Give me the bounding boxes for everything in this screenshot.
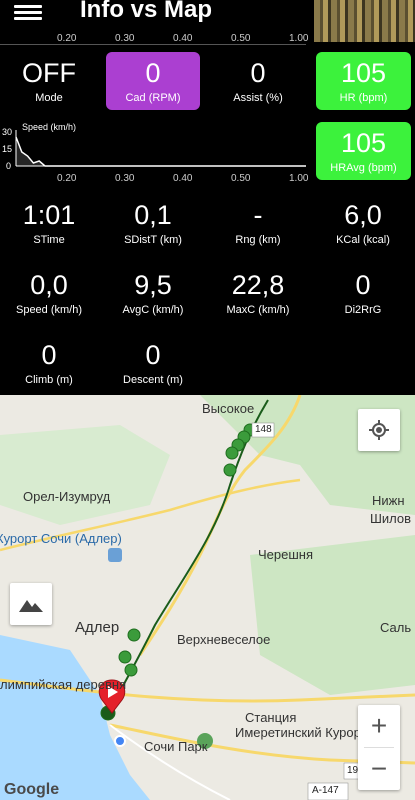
map-label: Курорт Сочи (Адлер)	[0, 531, 122, 546]
range-value: -	[253, 200, 263, 230]
cadence-label: Cad (RPM)	[125, 92, 181, 104]
my-location-button[interactable]	[358, 409, 400, 451]
speed-tile[interactable]: 0,0 Speed (km/h)	[0, 270, 98, 322]
kcal-value: 6,0	[344, 200, 382, 230]
descent-tile[interactable]: 0 Descent (m)	[104, 340, 202, 392]
y-tick-label: 15	[2, 144, 12, 154]
speed-label: Speed (km/h)	[15, 304, 83, 316]
google-logo: Google	[4, 781, 60, 798]
track-marker	[223, 463, 237, 477]
range-label: Rng (km)	[235, 234, 281, 246]
hravg-label: HRAvg (bpm)	[330, 162, 397, 174]
train-station-icon	[108, 548, 122, 562]
track-marker	[225, 446, 239, 460]
track-marker	[124, 663, 138, 677]
y-tick-label: 0	[6, 161, 11, 171]
axis-tick: 0.40	[173, 33, 193, 44]
mode-value: OFF	[22, 58, 76, 88]
avg-speed-tile[interactable]: 9,5 AvgC (km/h)	[104, 270, 202, 322]
map-label: Адлер	[75, 619, 120, 636]
axis-tick: 0.50	[231, 33, 251, 44]
x-tick-label: 0.20	[57, 173, 77, 184]
kcal-tile[interactable]: 6,0 KCal (kcal)	[314, 200, 412, 252]
speed-chart: Speed (km/h) 30 15 0 0.20 0.30 0.40 0.50…	[2, 122, 309, 184]
forest-area	[0, 425, 170, 525]
map-label: Саль	[380, 620, 412, 635]
road-number: А-147	[312, 785, 339, 796]
range-tile[interactable]: - Rng (km)	[208, 200, 308, 252]
chart-title: Speed (km/h)	[22, 122, 76, 132]
zoom-out-button[interactable]: −	[371, 748, 387, 790]
max-speed-tile[interactable]: 22,8 MaxC (km/h)	[208, 270, 308, 322]
x-tick-label: 0.30	[115, 173, 135, 184]
max-speed-value: 22,8	[231, 270, 285, 300]
descent-value: 0	[145, 340, 161, 370]
sdistt-label: SDistT (km)	[124, 234, 182, 246]
speed-series-line	[15, 136, 306, 167]
x-tick-label: 1.00	[289, 173, 309, 184]
x-tick-label: 0.40	[173, 173, 193, 184]
map-label: Имеретинский Курорт	[235, 725, 367, 740]
x-tick-label: 0.50	[231, 173, 251, 184]
thumbnail-strip	[314, 0, 415, 42]
climb-value: 0	[41, 340, 57, 370]
heart-rate-label: HR (bpm)	[339, 92, 388, 104]
map-layers-button[interactable]	[10, 583, 52, 625]
map-label: лимпийская деревня	[0, 677, 127, 692]
map-label: Станция	[245, 710, 297, 725]
crosshair-icon	[369, 420, 389, 440]
mode-label: Mode	[35, 92, 63, 104]
climb-tile[interactable]: 0 Climb (m)	[0, 340, 98, 392]
heart-rate-value: 105	[340, 58, 387, 88]
kcal-label: KCal (kcal)	[336, 234, 390, 246]
road-number: 148	[255, 424, 272, 435]
stime-tile[interactable]: 1:01 STime	[0, 200, 98, 252]
track-marker	[127, 628, 141, 642]
map-label: Орел-Изумруд	[23, 489, 111, 504]
heart-rate-tile[interactable]: 105 HR (bpm)	[316, 52, 411, 110]
speed-series-area	[16, 137, 306, 166]
mode-tile[interactable]: OFF Mode	[0, 58, 98, 110]
hamburger-menu-icon[interactable]	[14, 2, 42, 24]
di2-gear-tile[interactable]: 0 Di2RrG	[314, 270, 412, 322]
assist-label: Assist (%)	[233, 92, 283, 104]
avg-speed-label: AvgC (km/h)	[122, 304, 184, 316]
max-speed-label: MaxC (km/h)	[226, 304, 290, 316]
cadence-value: 0	[145, 58, 161, 88]
avg-speed-value: 9,5	[134, 270, 172, 300]
cadence-tile[interactable]: 0 Cad (RPM)	[106, 52, 200, 110]
track-marker	[118, 650, 132, 664]
map-label: Высокое	[202, 401, 255, 416]
descent-label: Descent (m)	[123, 374, 183, 386]
di2-gear-label: Di2RrG	[344, 304, 382, 316]
map-view[interactable]: Высокое Орел-Изумруд Курорт Сочи (Адлер)…	[0, 395, 415, 800]
axis-tick: 0.20	[57, 33, 77, 44]
zoom-in-button[interactable]: +	[371, 705, 387, 747]
di2-gear-value: 0	[355, 270, 371, 300]
mountain-icon	[19, 600, 43, 612]
hravg-tile[interactable]: 105 HRAvg (bpm)	[316, 122, 411, 180]
map-label: Шилов	[370, 511, 412, 526]
climb-label: Climb (m)	[25, 374, 73, 386]
axis-tick: 1.00	[289, 33, 309, 44]
speed-value: 0,0	[30, 270, 68, 300]
sdistt-value: 0,1	[134, 200, 172, 230]
current-location-dot	[114, 735, 126, 747]
stime-label: STime	[33, 234, 65, 246]
assist-value: 0	[250, 58, 266, 88]
sdistt-tile[interactable]: 0,1 SDistT (km)	[104, 200, 202, 252]
assist-tile[interactable]: 0 Assist (%)	[208, 58, 308, 110]
stime-value: 1:01	[22, 200, 76, 230]
map-label: Сочи Парк	[144, 739, 208, 754]
divider	[0, 44, 306, 45]
page-title: Info vs Map	[80, 0, 213, 23]
map-label: Черешня	[258, 547, 314, 562]
zoom-controls: + −	[358, 705, 400, 790]
map-label: Нижн	[372, 493, 405, 508]
axis-tick: 0.30	[115, 33, 135, 44]
y-tick-label: 30	[2, 127, 12, 137]
map-label: Верхневеселое	[177, 632, 271, 647]
hravg-value: 105	[340, 128, 387, 158]
